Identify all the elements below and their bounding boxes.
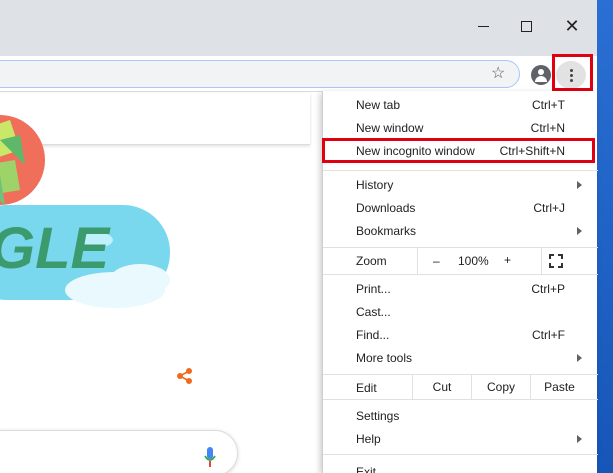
edit-label: Edit bbox=[356, 381, 377, 395]
browser-toolbar bbox=[0, 56, 597, 92]
menu-item-label: Bookmarks bbox=[356, 223, 417, 238]
menu-item-label: Find... bbox=[356, 327, 390, 342]
incognito-highlight bbox=[322, 138, 595, 163]
account-circle-icon[interactable] bbox=[531, 65, 551, 85]
minimize-button[interactable] bbox=[469, 12, 497, 40]
menu-item-label: Exit bbox=[356, 464, 377, 473]
star-icon[interactable]: ☆ bbox=[491, 63, 505, 83]
browser-window: ✕ ☆ GLE New tab Ctrl+T New window Ctrl+N… bbox=[0, 0, 598, 473]
menu-item-label: Downloads bbox=[356, 200, 416, 215]
paste-button[interactable]: Paste bbox=[530, 375, 588, 399]
copy-label: Copy bbox=[486, 380, 515, 394]
paste-label: Paste bbox=[544, 380, 575, 394]
menu-item-new-window[interactable]: New window Ctrl+N bbox=[323, 116, 598, 139]
submenu-arrow-icon bbox=[577, 434, 582, 443]
menu-divider bbox=[323, 170, 598, 171]
menu-item-shortcut: Ctrl+P bbox=[531, 281, 565, 296]
menu-item-shortcut: Ctrl+N bbox=[530, 120, 565, 135]
submenu-arrow-icon bbox=[577, 180, 582, 189]
submenu-arrow-icon bbox=[577, 353, 582, 362]
menu-item-cast[interactable]: Cast... bbox=[323, 300, 598, 323]
zoom-level: 100% bbox=[458, 254, 489, 268]
menu-divider bbox=[323, 399, 598, 400]
menu-divider bbox=[323, 274, 598, 275]
menu-item-label: History bbox=[356, 177, 394, 192]
menu-item-history[interactable]: History bbox=[323, 173, 598, 196]
menu-item-label: Cast... bbox=[356, 304, 391, 319]
menu-item-help[interactable]: Help bbox=[323, 427, 598, 450]
microphone-icon[interactable] bbox=[203, 447, 217, 469]
zoom-row: Zoom – 100% + bbox=[323, 248, 598, 274]
doodle-text: GLE bbox=[0, 216, 112, 281]
copy-button[interactable]: Copy bbox=[471, 375, 530, 399]
menu-item-label: New tab bbox=[356, 97, 401, 112]
menu-item-exit[interactable]: Exit bbox=[323, 460, 598, 473]
cut-label: Cut bbox=[432, 380, 452, 394]
menu-button-highlight bbox=[552, 54, 593, 91]
menu-item-more-tools[interactable]: More tools bbox=[323, 346, 598, 369]
menu-item-settings[interactable]: Settings bbox=[323, 404, 598, 427]
menu-divider bbox=[323, 454, 598, 455]
close-button[interactable]: ✕ bbox=[558, 12, 586, 40]
title-bar: ✕ bbox=[0, 0, 597, 56]
address-bar[interactable] bbox=[0, 60, 520, 88]
close-icon: ✕ bbox=[564, 15, 580, 36]
menu-item-print[interactable]: Print... Ctrl+P bbox=[323, 277, 598, 300]
cut-button[interactable]: Cut bbox=[412, 375, 471, 399]
menu-item-label: New window bbox=[356, 120, 424, 135]
zoom-label: Zoom bbox=[356, 254, 387, 268]
menu-item-label: Settings bbox=[356, 408, 400, 423]
zoom-in-button[interactable]: + bbox=[504, 253, 511, 267]
menu-item-shortcut: Ctrl+T bbox=[532, 97, 565, 112]
zoom-out-button[interactable]: – bbox=[433, 254, 440, 268]
menu-item-new-tab[interactable]: New tab Ctrl+T bbox=[323, 93, 598, 116]
maximize-button[interactable] bbox=[512, 12, 540, 40]
maximize-icon bbox=[520, 20, 532, 32]
menu-item-label: More tools bbox=[356, 350, 413, 365]
menu-item-find[interactable]: Find... Ctrl+F bbox=[323, 323, 598, 346]
menu-item-shortcut: Ctrl+F bbox=[532, 327, 565, 342]
submenu-arrow-icon bbox=[577, 226, 582, 235]
menu-item-downloads[interactable]: Downloads Ctrl+J bbox=[323, 196, 598, 219]
menu-item-label: Print... bbox=[356, 281, 391, 296]
menu-item-shortcut: Ctrl+J bbox=[533, 200, 565, 215]
minimize-icon bbox=[477, 25, 489, 27]
doodle-cloud bbox=[110, 264, 170, 296]
google-doodle[interactable]: GLE bbox=[0, 110, 320, 310]
menu-item-bookmarks[interactable]: Bookmarks bbox=[323, 219, 598, 242]
fullscreen-icon[interactable] bbox=[549, 254, 563, 268]
zoom-control: – 100% + bbox=[417, 248, 542, 274]
share-icon[interactable] bbox=[176, 367, 194, 385]
edit-row: Edit Cut Copy Paste bbox=[323, 375, 598, 399]
menu-item-label: Help bbox=[356, 431, 381, 446]
